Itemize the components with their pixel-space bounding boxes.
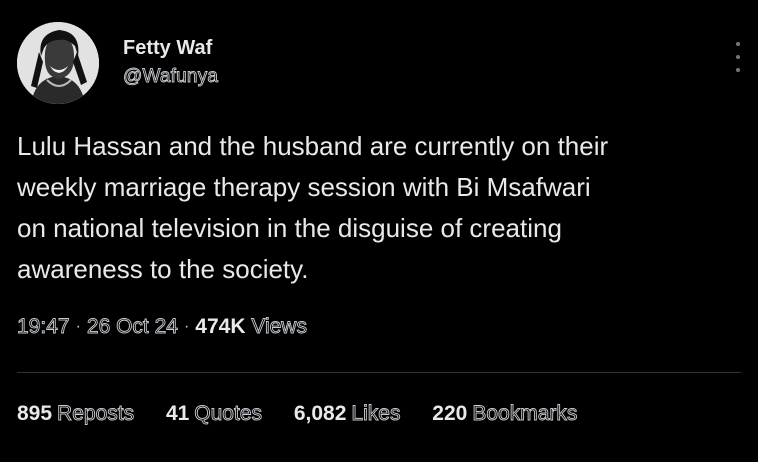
avatar[interactable] xyxy=(17,22,99,104)
tweet-text: Lulu Hassan and the husband are currentl… xyxy=(17,131,609,284)
tweet-meta: 19:47 · 26 Oct 24 · 474K Views xyxy=(17,315,308,339)
stat-label: Bookmarks xyxy=(472,402,578,426)
stat-label: Likes xyxy=(351,402,401,426)
meta-separator: · xyxy=(75,318,81,335)
stat-likes[interactable]: 6,082 Likes xyxy=(294,402,401,426)
tweet-header: Fetty Waf @Wafunya xyxy=(17,22,741,106)
stat-label: Reposts xyxy=(57,402,135,426)
stat-label: Quotes xyxy=(194,402,263,426)
views-count: 474K xyxy=(195,315,246,338)
more-vertical-icon[interactable] xyxy=(733,42,743,72)
author-handle[interactable]: @Wafunya xyxy=(123,66,219,88)
divider xyxy=(17,372,741,373)
stat-count: 41 xyxy=(165,402,190,425)
stat-count: 6,082 xyxy=(293,402,347,425)
meta-separator: · xyxy=(183,318,190,335)
author-name[interactable]: Fetty Waf xyxy=(123,37,212,60)
more-dot xyxy=(736,68,740,72)
more-dot xyxy=(736,42,740,46)
avatar-photo-icon xyxy=(17,22,99,104)
more-dot xyxy=(736,55,740,59)
views-label[interactable]: Views xyxy=(251,315,308,339)
stat-bookmarks[interactable]: 220 Bookmarks xyxy=(432,402,578,426)
tweet-stats: 895 Reposts 41 Quotes 6,082 Likes 220 Bookma… xyxy=(17,402,603,426)
stat-count: 220 xyxy=(432,402,468,425)
stat-reposts[interactable]: 895 Reposts xyxy=(17,402,135,426)
tweet-time[interactable]: 19:47 xyxy=(17,315,70,339)
tweet-date[interactable]: 26 Oct 24 xyxy=(86,315,178,339)
stat-count: 895 xyxy=(17,402,53,425)
stat-quotes[interactable]: 41 Quotes xyxy=(165,402,263,426)
